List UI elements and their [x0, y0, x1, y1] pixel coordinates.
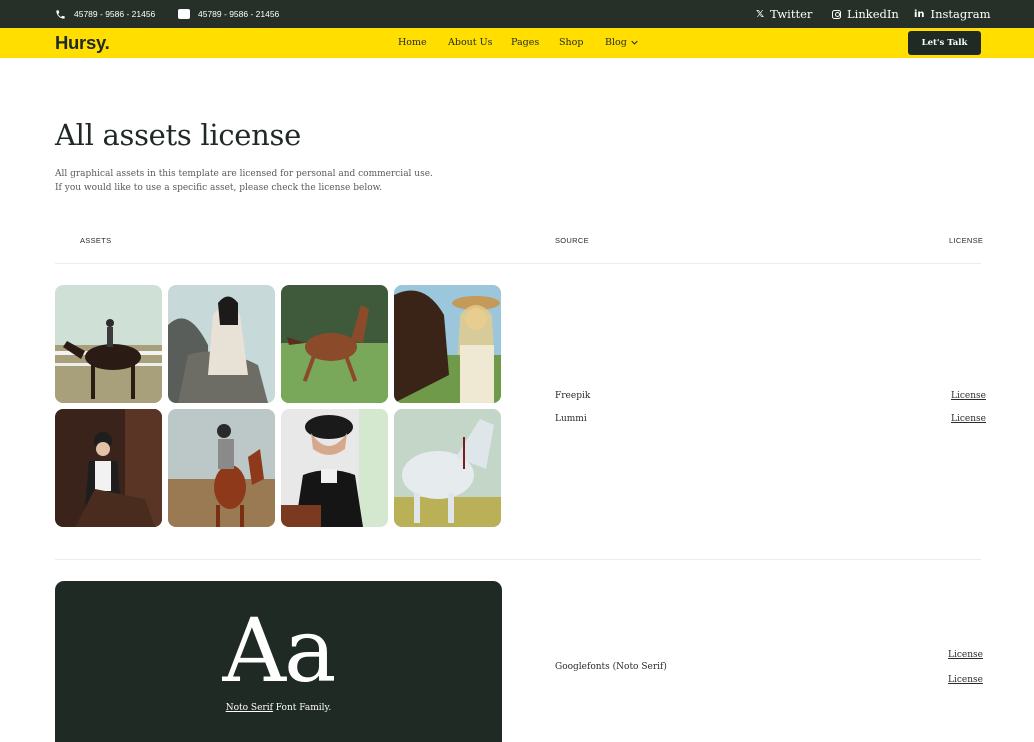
message-number: 45789 - 9586 - 21456: [198, 9, 280, 19]
nav-blog[interactable]: Blog: [605, 37, 638, 48]
twitter-link[interactable]: 𝕏 Twitter: [756, 0, 812, 28]
asset-image-white-horse: [394, 409, 501, 527]
message-contact[interactable]: 45789 - 9586 - 21456: [178, 0, 279, 28]
source-googlefonts: Googlefonts (Noto Serif): [555, 662, 667, 672]
linkedin-link[interactable]: LinkedIn: [832, 0, 899, 28]
phone-contact[interactable]: 45789 - 9586 - 21456: [55, 0, 155, 28]
site-logo[interactable]: Hursy.: [55, 32, 110, 54]
nav-home[interactable]: Home: [398, 37, 427, 48]
asset-image-woman-hat-horse: [394, 285, 501, 403]
phone-icon: [55, 9, 66, 20]
font-caption-rest: Font Family.: [272, 703, 332, 713]
nav-about-us[interactable]: About Us: [448, 37, 493, 48]
message-icon: [178, 9, 190, 19]
nav-pages[interactable]: Pages: [511, 37, 539, 48]
chevron-down-icon: [631, 37, 638, 48]
asset-image-galloping-horse: [281, 285, 388, 403]
x-twitter-icon: 𝕏: [756, 8, 765, 20]
asset-image-rider-fence: [55, 285, 162, 403]
page-intro: All graphical assets in this template ar…: [55, 169, 433, 193]
asset-image-woman-on-horse: [168, 285, 275, 403]
page-title: All assets license: [55, 118, 301, 152]
instagram-label: Instagram: [930, 7, 991, 21]
font-sample-glyphs: Aa: [222, 599, 336, 702]
main-nav: Hursy. Home About Us Pages Shop Blog Let…: [0, 28, 1034, 58]
divider: [55, 559, 981, 560]
lets-talk-button[interactable]: Let's Talk: [908, 31, 981, 55]
divider: [55, 263, 981, 264]
linkedin-icon: in: [914, 8, 925, 20]
header-license: LICENSE: [949, 236, 984, 245]
license-link-font-1[interactable]: License: [948, 650, 983, 660]
instagram-link[interactable]: in Instagram: [914, 0, 991, 28]
nav-blog-label: Blog: [605, 37, 627, 48]
header-source: SOURCE: [555, 236, 589, 245]
phone-number: 45789 - 9586 - 21456: [74, 9, 156, 19]
noto-serif-link[interactable]: Noto Serif: [226, 703, 273, 713]
nav-shop[interactable]: Shop: [559, 37, 583, 48]
asset-image-rider-chestnut: [168, 409, 275, 527]
header-assets: ASSETS: [80, 236, 112, 245]
font-sample-card: Aa Noto Serif Font Family.: [55, 581, 502, 742]
source-lummi: Lummi: [555, 414, 587, 424]
asset-image-rider-helmet-barn: [55, 409, 162, 527]
source-freepik: Freepik: [555, 391, 591, 401]
instagram-icon: [832, 9, 841, 19]
license-link-freepik[interactable]: License: [951, 391, 986, 401]
top-bar: 45789 - 9586 - 21456 45789 - 9586 - 2145…: [0, 0, 1034, 28]
linkedin-label: LinkedIn: [847, 7, 899, 21]
asset-image-rider-portrait: [281, 409, 388, 527]
license-link-font-2[interactable]: License: [948, 675, 983, 685]
twitter-label: Twitter: [770, 7, 813, 21]
license-link-lummi[interactable]: License: [951, 414, 986, 424]
font-caption: Noto Serif Font Family.: [55, 703, 502, 713]
